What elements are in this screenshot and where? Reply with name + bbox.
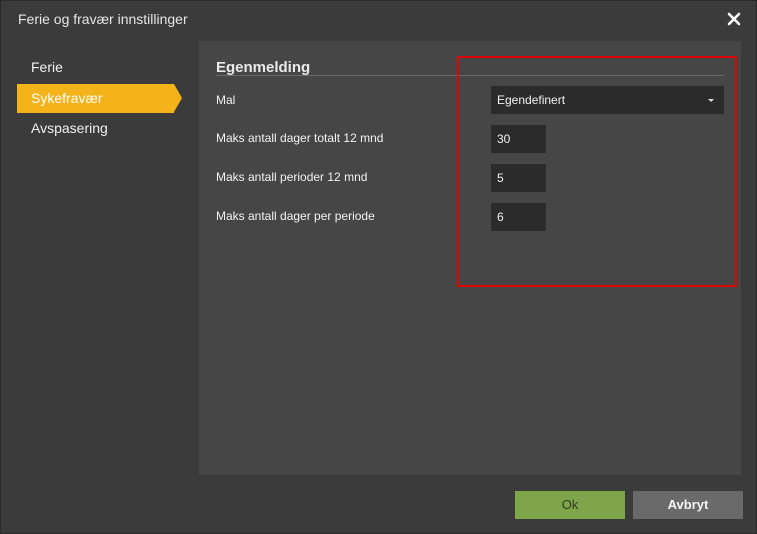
max-days-total-label: Maks antall dager totalt 12 mnd (216, 131, 384, 145)
sidebar-item-label: Sykefravær (31, 90, 103, 106)
close-icon[interactable] (726, 11, 742, 27)
max-periods-label: Maks antall perioder 12 mnd (216, 170, 368, 184)
max-days-total-input[interactable] (491, 125, 546, 153)
template-select-value: Egendefinert (497, 93, 566, 107)
sidebar-item-label: Avspasering (31, 120, 108, 136)
sidebar-item-avspasering[interactable]: Avspasering (17, 114, 174, 143)
cancel-button[interactable]: Avbryt (633, 491, 743, 519)
settings-dialog: Ferie og fravær innstillinger Ferie Syke… (0, 0, 757, 534)
sidebar: Ferie Sykefravær Avspasering (1, 41, 199, 475)
sidebar-item-sykefravaer[interactable]: Sykefravær (17, 84, 182, 113)
max-days-per-period-label: Maks antall dager per periode (216, 209, 375, 223)
template-select[interactable]: Egendefinert (491, 86, 724, 114)
chevron-down-icon (708, 99, 714, 102)
max-days-per-period-input[interactable] (491, 203, 546, 231)
ok-button[interactable]: Ok (515, 491, 625, 519)
sidebar-item-label: Ferie (31, 59, 63, 75)
sidebar-item-ferie[interactable]: Ferie (17, 53, 174, 82)
template-label: Mal (216, 93, 236, 107)
section-title: Egenmelding (216, 59, 311, 76)
dialog-title: Ferie og fravær innstillinger (18, 11, 188, 27)
section-divider (216, 75, 724, 76)
dialog-titlebar: Ferie og fravær innstillinger (1, 1, 756, 39)
settings-panel: Egenmelding Mal Egendefinert Maks antall… (199, 41, 741, 475)
max-periods-input[interactable] (491, 164, 546, 192)
